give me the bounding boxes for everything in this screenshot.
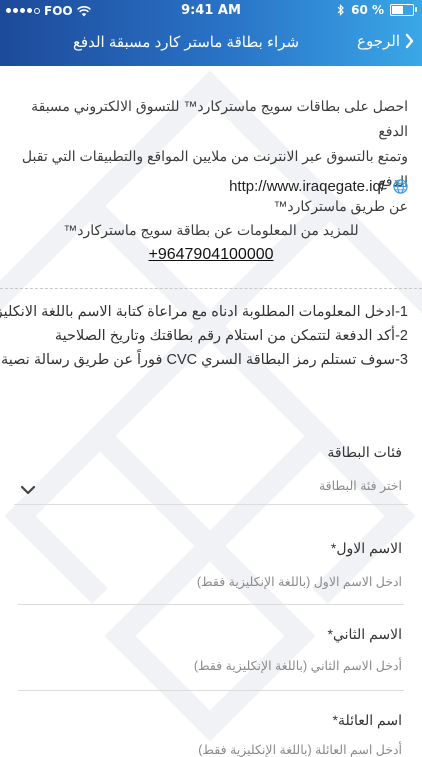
instruction-step-2: 2-أكد الدفعة لتتمكن من استلام رقم بطاقتك… [54,328,408,344]
phone-link[interactable]: +9647904100000 [148,246,273,263]
instructions-list: 1-ادخل المعلومات المطلوبة ادناه مع مراعا… [0,300,408,372]
second-name-underline [18,690,404,691]
back-chevron-icon [405,33,414,49]
first-name-underline [18,604,404,605]
card-category-label: فئات البطاقة [327,444,402,460]
intro-line-1: احصل على بطاقات سويج ماستركارد™ للتسوق ا… [31,98,408,139]
chevron-down-icon[interactable] [20,485,36,495]
nav-bar: الرجوع شراء بطاقة ماستر كارد مسبقة الدفع [0,28,422,58]
bluetooth-icon [337,4,344,16]
back-label: الرجوع [357,33,400,50]
website-row: http://www.iraqegate.iq/ [229,178,408,195]
globe-icon [393,179,408,194]
card-category-underline [14,504,408,505]
first-name-label: الاسم الاول* [330,540,402,556]
status-right: 60 % [337,3,417,17]
main-content: احصل على بطاقات سويج ماستركارد™ للتسوق ا… [0,66,422,757]
page-title: شراء بطاقة ماستر كارد مسبقة الدفع [72,34,300,51]
intro-text: احصل على بطاقات سويج ماستركارد™ للتسوق ا… [14,94,408,219]
divider [0,288,422,289]
family-name-label: اسم العائلة* [332,712,403,728]
second-name-input[interactable]: أدخل الاسم الثاني (باللغة الإنكليزية فقط… [194,658,402,673]
website-link[interactable]: http://www.iraqegate.iq/ [229,178,385,195]
back-button[interactable]: الرجوع [357,32,414,50]
battery-percent: 60 % [351,3,384,17]
instruction-step-1: 1-ادخل المعلومات المطلوبة ادناه مع مراعا… [0,304,408,320]
second-name-label: الاسم الثاني* [327,626,402,642]
instruction-step-3: 3-سوف تستلم رمز البطاقة السري CVC فوراً … [1,352,408,368]
status-bar: FOO 9:41 AM 60 % [0,0,422,22]
more-info-text: للمزيد من المعلومات عن بطاقة سويج ماسترك… [63,222,359,238]
app-header: FOO 9:41 AM 60 % الرجوع شراء بطاقة ماستر… [0,0,422,66]
intro-line-3: عن طريق ماستركارد™ [273,198,408,214]
battery-icon [390,4,417,16]
phone-row: +9647904100000 [0,246,422,264]
first-name-input[interactable]: ادخل الاسم الاول (باللغة الإنكليزية فقط) [197,574,402,589]
card-category-select[interactable]: اختر فئة البطاقة [319,478,402,493]
